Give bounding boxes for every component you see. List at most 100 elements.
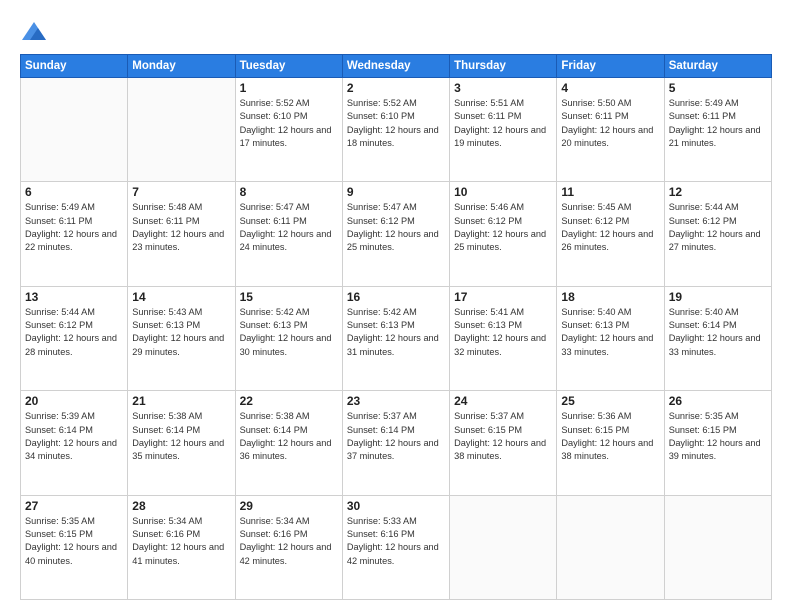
day-info: Sunrise: 5:38 AM Sunset: 6:14 PM Dayligh… [240,410,338,463]
day-number: 10 [454,185,552,199]
day-number: 16 [347,290,445,304]
day-cell: 12 Sunrise: 5:44 AM Sunset: 6:12 PM Dayli… [664,182,771,286]
day-info: Sunrise: 5:41 AM Sunset: 6:13 PM Dayligh… [454,306,552,359]
day-cell: 21 Sunrise: 5:38 AM Sunset: 6:14 PM Dayli… [128,391,235,495]
day-cell: 9Sunrise: 5:47 AM Sunset: 6:12 PM Daylig… [342,182,449,286]
day-number: 21 [132,394,230,408]
week-row-1: 1 Sunrise: 5:52 AM Sunset: 6:10 PM Daylig… [21,78,772,182]
day-number: 8 [240,185,338,199]
day-number: 20 [25,394,123,408]
day-cell: 24 Sunrise: 5:37 AM Sunset: 6:15 PM Dayli… [450,391,557,495]
day-number: 2 [347,81,445,95]
day-number: 18 [561,290,659,304]
day-info: Sunrise: 5:33 AM Sunset: 6:16 PM Dayligh… [347,515,445,568]
day-number: 6 [25,185,123,199]
day-info: Sunrise: 5:51 AM Sunset: 6:11 PM Dayligh… [454,97,552,150]
day-info: Sunrise: 5:39 AM Sunset: 6:14 PM Dayligh… [25,410,123,463]
day-number: 4 [561,81,659,95]
col-header-sunday: Sunday [21,55,128,78]
day-cell: 22Sunrise: 5:38 AM Sunset: 6:14 PM Dayli… [235,391,342,495]
day-cell: 6Sunrise: 5:49 AM Sunset: 6:11 PM Daylig… [21,182,128,286]
day-number: 5 [669,81,767,95]
week-row-3: 13 Sunrise: 5:44 AM Sunset: 6:12 PM Dayli… [21,286,772,390]
day-number: 17 [454,290,552,304]
day-number: 12 [669,185,767,199]
day-cell [557,495,664,599]
day-number: 24 [454,394,552,408]
day-number: 13 [25,290,123,304]
day-cell: 18 Sunrise: 5:40 AM Sunset: 6:13 PM Dayli… [557,286,664,390]
logo [20,18,52,46]
day-number: 27 [25,499,123,513]
day-info: Sunrise: 5:43 AM Sunset: 6:13 PM Dayligh… [132,306,230,359]
day-cell: 8Sunrise: 5:47 AM Sunset: 6:11 PM Daylig… [235,182,342,286]
day-info: Sunrise: 5:40 AM Sunset: 6:14 PM Dayligh… [669,306,767,359]
col-header-thursday: Thursday [450,55,557,78]
day-info: Sunrise: 5:52 AM Sunset: 6:10 PM Dayligh… [240,97,338,150]
day-number: 30 [347,499,445,513]
day-info: Sunrise: 5:44 AM Sunset: 6:12 PM Dayligh… [669,201,767,254]
day-number: 1 [240,81,338,95]
day-cell: 16 Sunrise: 5:42 AM Sunset: 6:13 PM Dayli… [342,286,449,390]
day-info: Sunrise: 5:40 AM Sunset: 6:13 PM Dayligh… [561,306,659,359]
col-header-friday: Friday [557,55,664,78]
col-header-saturday: Saturday [664,55,771,78]
day-info: Sunrise: 5:52 AM Sunset: 6:10 PM Dayligh… [347,97,445,150]
day-cell [664,495,771,599]
day-number: 3 [454,81,552,95]
day-info: Sunrise: 5:37 AM Sunset: 6:15 PM Dayligh… [454,410,552,463]
day-number: 26 [669,394,767,408]
day-cell: 30 Sunrise: 5:33 AM Sunset: 6:16 PM Dayli… [342,495,449,599]
day-cell: 5 Sunrise: 5:49 AM Sunset: 6:11 PM Daylig… [664,78,771,182]
col-header-monday: Monday [128,55,235,78]
day-info: Sunrise: 5:34 AM Sunset: 6:16 PM Dayligh… [132,515,230,568]
day-cell: 10 Sunrise: 5:46 AM Sunset: 6:12 PM Dayli… [450,182,557,286]
day-cell: 3 Sunrise: 5:51 AM Sunset: 6:11 PM Daylig… [450,78,557,182]
day-info: Sunrise: 5:34 AM Sunset: 6:16 PM Dayligh… [240,515,338,568]
col-header-tuesday: Tuesday [235,55,342,78]
day-cell: 27 Sunrise: 5:35 AM Sunset: 6:15 PM Dayli… [21,495,128,599]
day-cell: 15 Sunrise: 5:42 AM Sunset: 6:13 PM Dayli… [235,286,342,390]
day-cell: 1 Sunrise: 5:52 AM Sunset: 6:10 PM Daylig… [235,78,342,182]
day-number: 25 [561,394,659,408]
day-cell: 17 Sunrise: 5:41 AM Sunset: 6:13 PM Dayli… [450,286,557,390]
day-number: 29 [240,499,338,513]
day-cell: 2 Sunrise: 5:52 AM Sunset: 6:10 PM Daylig… [342,78,449,182]
day-info: Sunrise: 5:49 AM Sunset: 6:11 PM Dayligh… [669,97,767,150]
day-number: 15 [240,290,338,304]
day-info: Sunrise: 5:38 AM Sunset: 6:14 PM Dayligh… [132,410,230,463]
day-cell: 29 Sunrise: 5:34 AM Sunset: 6:16 PM Dayli… [235,495,342,599]
page: SundayMondayTuesdayWednesdayThursdayFrid… [0,0,792,612]
day-cell: 26 Sunrise: 5:35 AM Sunset: 6:15 PM Dayli… [664,391,771,495]
day-cell: 25 Sunrise: 5:36 AM Sunset: 6:15 PM Dayli… [557,391,664,495]
day-number: 14 [132,290,230,304]
day-info: Sunrise: 5:44 AM Sunset: 6:12 PM Dayligh… [25,306,123,359]
day-cell: 19 Sunrise: 5:40 AM Sunset: 6:14 PM Dayli… [664,286,771,390]
day-cell [128,78,235,182]
day-info: Sunrise: 5:48 AM Sunset: 6:11 PM Dayligh… [132,201,230,254]
day-number: 28 [132,499,230,513]
day-info: Sunrise: 5:42 AM Sunset: 6:13 PM Dayligh… [347,306,445,359]
day-info: Sunrise: 5:36 AM Sunset: 6:15 PM Dayligh… [561,410,659,463]
week-row-2: 6Sunrise: 5:49 AM Sunset: 6:11 PM Daylig… [21,182,772,286]
day-info: Sunrise: 5:47 AM Sunset: 6:12 PM Dayligh… [347,201,445,254]
calendar-body: 1 Sunrise: 5:52 AM Sunset: 6:10 PM Daylig… [21,78,772,600]
logo-icon [20,18,48,46]
day-cell: 13 Sunrise: 5:44 AM Sunset: 6:12 PM Dayli… [21,286,128,390]
calendar-header: SundayMondayTuesdayWednesdayThursdayFrid… [21,55,772,78]
day-number: 7 [132,185,230,199]
day-info: Sunrise: 5:46 AM Sunset: 6:12 PM Dayligh… [454,201,552,254]
day-info: Sunrise: 5:35 AM Sunset: 6:15 PM Dayligh… [669,410,767,463]
week-row-4: 20 Sunrise: 5:39 AM Sunset: 6:14 PM Dayli… [21,391,772,495]
day-cell: 23Sunrise: 5:37 AM Sunset: 6:14 PM Dayli… [342,391,449,495]
day-info: Sunrise: 5:35 AM Sunset: 6:15 PM Dayligh… [25,515,123,568]
day-cell: 7 Sunrise: 5:48 AM Sunset: 6:11 PM Daylig… [128,182,235,286]
day-info: Sunrise: 5:42 AM Sunset: 6:13 PM Dayligh… [240,306,338,359]
day-number: 11 [561,185,659,199]
day-number: 19 [669,290,767,304]
header-row: SundayMondayTuesdayWednesdayThursdayFrid… [21,55,772,78]
day-info: Sunrise: 5:50 AM Sunset: 6:11 PM Dayligh… [561,97,659,150]
day-cell: 14 Sunrise: 5:43 AM Sunset: 6:13 PM Dayli… [128,286,235,390]
day-cell: 11Sunrise: 5:45 AM Sunset: 6:12 PM Dayli… [557,182,664,286]
day-cell [450,495,557,599]
